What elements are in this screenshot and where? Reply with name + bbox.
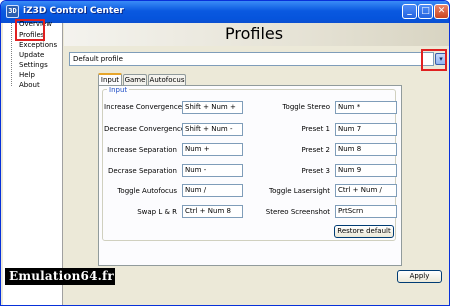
sidebar-item-help[interactable]: Help <box>19 71 35 79</box>
restore-default-button[interactable]: Restore default <box>334 225 394 238</box>
preset-3-field[interactable]: Num 9 <box>335 164 397 177</box>
label-preset-3: Preset 3 <box>301 167 330 175</box>
swap-l-r-field[interactable]: Ctrl + Num 8 <box>182 205 243 218</box>
preset-2-field[interactable]: Num 8 <box>335 143 397 156</box>
label-increase-separation: Increase Separation <box>107 146 177 154</box>
label-decrase-separation: Decrase Separation <box>108 167 177 175</box>
nav-tree-line <box>11 23 12 86</box>
label-preset-2: Preset 2 <box>301 146 330 154</box>
header-band: Profiles <box>64 23 449 46</box>
sidebar-item-about[interactable]: About <box>19 81 40 89</box>
decrase-separation-field[interactable]: Num - <box>182 164 243 177</box>
minimize-button[interactable]: _ <box>402 4 417 19</box>
label-stereo-screenshot: Stereo Screenshot <box>265 208 330 216</box>
tab-game[interactable]: Game <box>123 74 147 85</box>
toggle-stereo-field[interactable]: Num * <box>335 101 397 114</box>
profiles-highlight-box <box>15 19 45 41</box>
increase-convergence-field[interactable]: Shift + Num + <box>182 101 243 114</box>
sidebar-item-settings[interactable]: Settings <box>19 61 48 69</box>
preset-1-field[interactable]: Num 7 <box>335 123 397 136</box>
toggle-lasersight-field[interactable]: Ctrl + Num / <box>335 184 397 197</box>
label-toggle-stereo: Toggle Stereo <box>282 103 330 111</box>
window-title: iZ3D Control Center <box>23 6 124 16</box>
decrease-convergence-field[interactable]: Shift + Num - <box>182 123 243 136</box>
app-logo-icon: 3D <box>6 5 19 18</box>
dropdown-highlight-box <box>421 49 447 71</box>
label-toggle-autofocus: Toggle Autofocus <box>117 187 177 195</box>
label-preset-1: Preset 1 <box>301 125 330 133</box>
main-panel: Profiles Default profile ▾ Input Game Au… <box>64 23 449 305</box>
app-window: 3D iZ3D Control Center _ □ ✕ Overview Pr… <box>0 0 450 306</box>
stereo-screenshot-field[interactable]: PrtScrn <box>335 205 397 218</box>
maximize-button[interactable]: □ <box>418 4 433 19</box>
close-button[interactable]: ✕ <box>434 4 449 19</box>
input-group-label: Input <box>107 86 130 94</box>
label-increase-convergence: Increase Convergence <box>104 103 183 111</box>
increase-separation-field[interactable]: Num + <box>182 143 243 156</box>
label-swap-l-r: Swap L & R <box>137 208 177 216</box>
tab-autofocus[interactable]: Autofocus <box>148 74 186 85</box>
toggle-autofocus-field[interactable]: Num / <box>182 184 243 197</box>
title-bar[interactable]: 3D iZ3D Control Center _ □ ✕ <box>1 1 449 23</box>
sidebar-item-exceptions[interactable]: Exceptions <box>19 41 57 49</box>
apply-button[interactable]: Apply <box>397 270 442 283</box>
tab-input[interactable]: Input <box>98 73 122 85</box>
profile-select[interactable]: Default profile <box>69 52 434 66</box>
label-decrease-convergence: Decrease Convergence <box>104 125 186 133</box>
page-title: Profiles <box>225 24 284 43</box>
watermark-text: Emulation64.fr <box>5 268 115 285</box>
sidebar-item-update[interactable]: Update <box>19 51 44 59</box>
label-toggle-lasersight: Toggle Lasersight <box>269 187 330 195</box>
sidebar-nav: Overview Profiles Exceptions Update Sett… <box>3 19 63 305</box>
